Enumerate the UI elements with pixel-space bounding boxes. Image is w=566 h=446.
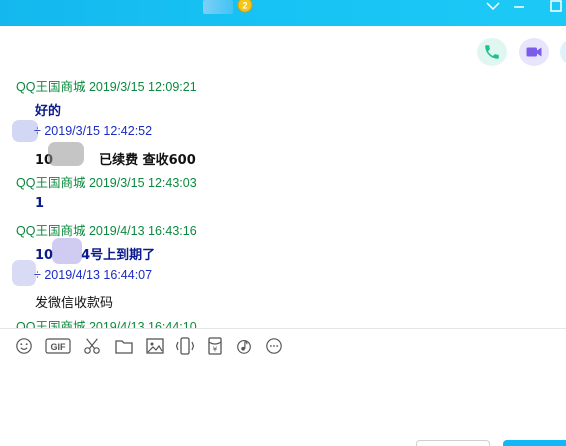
scissors-icon[interactable] [82,336,102,356]
message-time: 2019/3/15 12:42:52 [44,124,153,138]
send-button[interactable] [503,440,566,446]
svg-text:2: 2 [242,1,247,11]
phone-shake-icon[interactable] [175,336,195,356]
title-bar: 2 [0,0,566,26]
emoji-icon[interactable] [14,336,34,356]
message-header: ÷ 2019/4/13 16:44:07 [34,268,153,282]
chevron-down-icon[interactable] [482,0,504,14]
maximize-icon[interactable] [545,0,566,14]
message-header: QQ王国商城 2019/3/15 12:43:03 [16,172,197,191]
message-text: 发微信收款码 [35,296,114,311]
message-text: 1 [35,196,45,211]
minimize-icon[interactable] [508,0,530,14]
phone-icon [485,45,499,59]
message-time: 2019/4/13 16:44:10 [88,320,197,328]
message-time: 2019/4/13 16:43:16 [88,224,197,238]
video-call-button[interactable] [519,38,549,66]
voice-call-button[interactable] [477,38,507,66]
more-options-icon[interactable] [264,336,284,356]
sender-name: QQ王国商城 [16,320,86,328]
sender-name: QQ王国商城 [16,176,86,190]
gif-icon[interactable]: GIF [45,336,71,356]
contact-name-blurred [203,0,233,14]
sender-name: QQ王国商城 [16,80,86,94]
svg-text:GIF: GIF [51,342,67,352]
message-time: 2019/3/15 12:09:21 [88,80,197,94]
message-header: QQ王国商城 2019/3/15 12:09:21 [16,76,197,95]
message-list[interactable]: QQ王国商城 2019/3/15 12:09:21 好的 ÷ 2019/3/15… [0,70,566,328]
redacted-text-blur [52,238,82,264]
message-time: 2019/3/15 12:43:03 [88,176,197,190]
sender-name: QQ王国商城 [16,224,86,238]
folder-icon[interactable] [114,336,134,356]
close-button[interactable] [416,440,490,446]
red-packet-icon[interactable]: ¥ [205,336,225,356]
message-text: 好的 [35,104,62,119]
message-header: QQ王国商城 2019/4/13 16:44:10 [16,316,197,328]
svg-text:¥: ¥ [213,346,218,354]
input-toolbar: GIF ¥ [0,336,566,358]
message-time: 2019/4/13 16:44:07 [44,268,153,282]
vip-crown-icon: 2 [237,0,253,13]
message-header: ÷ 2019/3/15 12:42:52 [34,124,153,138]
input-divider [0,328,566,329]
redacted-text-blur [48,142,84,166]
message-header: QQ王国商城 2019/4/13 16:43:16 [16,220,197,239]
self-avatar-blurred [12,260,36,286]
more-call-options-button[interactable] [560,38,566,66]
video-camera-icon [526,47,542,57]
image-icon[interactable] [145,336,165,356]
message-input[interactable] [0,360,566,440]
music-icon[interactable] [234,336,254,356]
